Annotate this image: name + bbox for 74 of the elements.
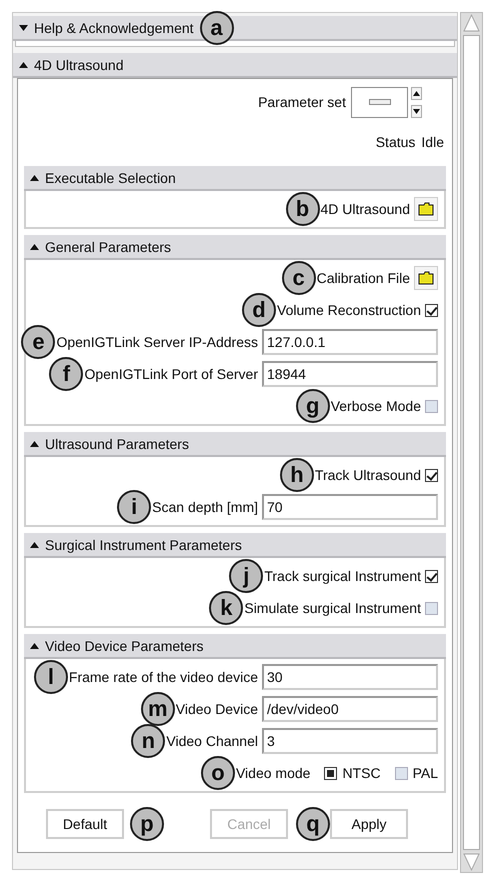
section-header[interactable]: Ultrasound Parameters — [24, 432, 446, 457]
callout-marker: m — [140, 692, 175, 726]
up-arrow-icon — [461, 13, 482, 33]
callout-marker: k — [209, 591, 244, 625]
field-label: Parameter set — [258, 94, 346, 110]
action-button[interactable]: Default — [46, 809, 124, 839]
field-label: Scan depth [mm] — [152, 499, 258, 515]
section-title: Ultrasound Parameters — [45, 436, 189, 452]
text-field[interactable]: 30 — [262, 664, 438, 690]
checkbox[interactable] — [425, 602, 438, 614]
callout-marker: a — [200, 10, 234, 44]
scrollbar-thumb[interactable] — [463, 35, 480, 850]
section-title: Executable Selection — [45, 170, 176, 186]
callout-marker: g — [296, 389, 330, 423]
field-label: Video mode — [236, 765, 310, 781]
callout-marker: c — [282, 261, 316, 295]
callout-marker: h — [280, 458, 314, 492]
section-title: Video Device Parameters — [45, 638, 204, 654]
option-label: PAL — [412, 765, 438, 781]
field-label: Simulate surgical Instrument — [244, 600, 421, 616]
callout-marker: f — [49, 357, 84, 391]
folder-icon — [418, 271, 434, 285]
field-label: Calibration File — [316, 270, 410, 286]
scrollbar[interactable] — [460, 12, 483, 873]
callout-marker: q — [296, 807, 330, 841]
checkbox[interactable] — [425, 468, 438, 482]
folder-button[interactable] — [414, 197, 438, 221]
status-label: Status — [376, 134, 416, 150]
section-header[interactable]: Video Device Parameters — [24, 634, 446, 659]
checkbox[interactable] — [425, 400, 438, 412]
folder-button[interactable] — [414, 266, 438, 290]
radio-option[interactable] — [394, 766, 408, 780]
text-field[interactable]: 70 — [262, 494, 438, 520]
folder-icon — [418, 202, 434, 216]
field-label: OpenIGTLink Server IP-Address — [56, 334, 258, 350]
field-label: Volume Reconstruction — [277, 302, 421, 318]
field-label: Track surgical Instrument — [264, 568, 421, 584]
callout-marker: n — [131, 724, 166, 758]
down-arrow-icon — [461, 852, 482, 872]
field-label: Video Device — [176, 701, 258, 717]
text-field[interactable]: 18944 — [262, 361, 438, 387]
option-label: NTSC — [342, 765, 381, 781]
field-label: Track Ultrasound — [314, 467, 421, 483]
action-button[interactable]: Apply — [330, 809, 408, 839]
callout-marker: l — [34, 660, 68, 694]
checkbox[interactable] — [425, 570, 438, 582]
field-label: 4D Ultrasound — [320, 201, 410, 217]
callout-marker: e — [21, 325, 56, 359]
callout-marker: d — [242, 293, 276, 327]
section-header[interactable]: Executable Selection — [24, 166, 446, 191]
section-title: General Parameters — [45, 238, 172, 254]
section-header[interactable]: Surgical Instrument Parameters — [24, 533, 446, 558]
status-value: Idle — [421, 134, 444, 150]
dash-icon — [368, 99, 390, 105]
text-field[interactable]: 127.0.0.1 — [262, 329, 438, 355]
callout-marker: i — [117, 490, 152, 524]
field-label: Frame rate of the video device — [68, 669, 258, 685]
field-label: Verbose Mode — [330, 398, 421, 414]
section-header[interactable]: 4D Ultrasound — [13, 53, 457, 78]
callout-marker: p — [130, 807, 164, 841]
field-label: OpenIGTLink Port of Server — [84, 366, 258, 382]
section-header[interactable]: General Parameters — [24, 235, 446, 260]
section-title: 4D Ultrasound — [34, 56, 124, 72]
text-field[interactable]: 3 — [262, 728, 438, 754]
callout-marker: b — [286, 192, 320, 226]
section-title: Surgical Instrument Parameters — [45, 536, 242, 552]
field-label: Video Channel — [166, 733, 258, 749]
callout-marker: o — [200, 756, 235, 790]
radio-option[interactable] — [324, 766, 338, 780]
spin-field[interactable] — [351, 86, 408, 118]
text-field[interactable]: /dev/video0 — [262, 696, 438, 722]
callout-marker: j — [229, 559, 264, 593]
checkbox[interactable] — [425, 304, 438, 316]
section-title: Help & Acknowledgement — [34, 20, 194, 36]
